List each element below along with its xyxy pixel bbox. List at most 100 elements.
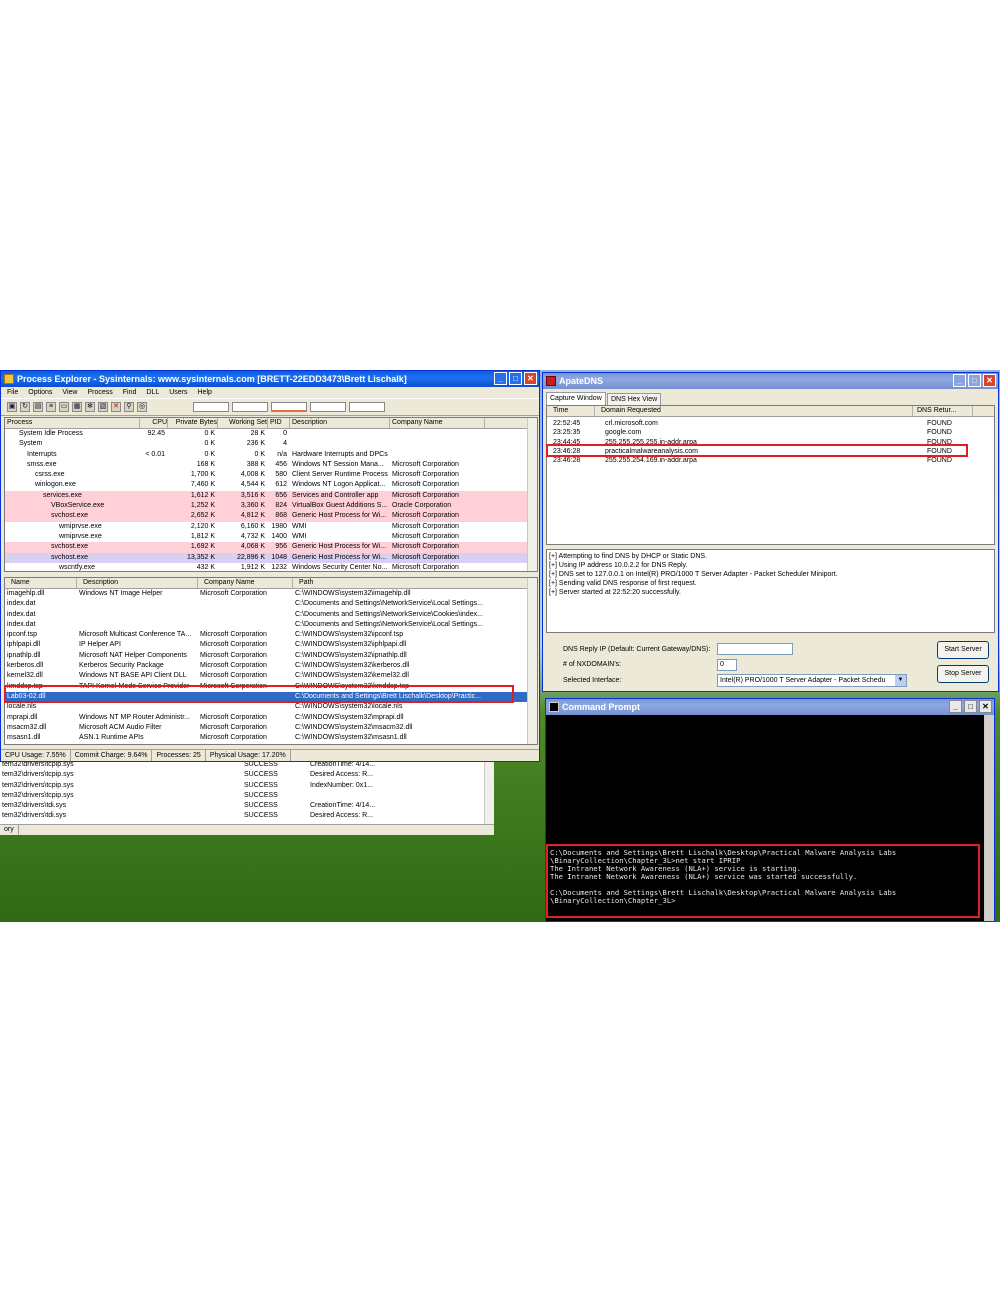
tab-capture-window[interactable]: Capture Window bbox=[546, 392, 606, 405]
dll-row[interactable]: index.dat C:\Documents and Settings\Netwo… bbox=[5, 599, 537, 609]
process-explorer-window: Process Explorer - Sysinternals: www.sys… bbox=[0, 370, 540, 762]
dll-row[interactable]: msi.dllWindows InstallerMicrosoft Corpor… bbox=[5, 743, 537, 744]
process-row[interactable]: smss.exe 168 K 388 K 456 Windows NT Session … bbox=[5, 460, 537, 470]
col-dll-company-name[interactable]: Company Name bbox=[198, 578, 293, 588]
procexp-titlebar[interactable]: Process Explorer - Sysinternals: www.sys… bbox=[1, 371, 539, 387]
procmon-detail bbox=[308, 791, 458, 801]
start-server-button[interactable]: Start Server bbox=[937, 641, 989, 659]
col-process[interactable]: Process bbox=[5, 418, 140, 428]
reply-ip-input[interactable] bbox=[717, 643, 793, 655]
process-row[interactable]: svchost.exe 2,652 K 4,812 K 868 Generic Host… bbox=[5, 511, 537, 522]
col-cpu[interactable]: CPU bbox=[140, 418, 168, 428]
dll-row[interactable]: ipconf.tsp Microsoft Multicast Conference… bbox=[5, 630, 537, 640]
dll-view-icon[interactable]: ▦ bbox=[72, 402, 82, 412]
process-row[interactable]: winlogon.exe 7,460 K 4,544 K 612 Windows NT … bbox=[5, 480, 537, 490]
minimize-icon[interactable]: _ bbox=[953, 374, 966, 387]
menu-item-users[interactable]: Users bbox=[169, 387, 187, 398]
dll-row[interactable]: iphlpapi.dll IP Helper API Microsoft Corpo… bbox=[5, 640, 537, 650]
process-row[interactable]: csrss.exe 1,700 K 4,008 K 580 Client Server … bbox=[5, 470, 537, 480]
dns-row[interactable]: 22:52:45 crl.microsoft.com FOUND bbox=[547, 419, 994, 428]
cmd-scrollbar[interactable] bbox=[984, 715, 994, 921]
procmon-row[interactable]: tem32\drivers\tcpip.sys SUCCESS IndexNumbe… bbox=[0, 781, 484, 791]
dll-row[interactable]: locale.nls C:\WINDOWS\system32\locale.nls bbox=[5, 702, 537, 712]
process-row[interactable]: services.exe 1,612 K 3,516 K 656 Services an… bbox=[5, 490, 537, 502]
save-icon[interactable]: ▣ bbox=[7, 402, 17, 412]
procmon-row[interactable]: tem32\drivers\tdi.sys SUCCESS CreationTime… bbox=[0, 801, 484, 811]
procmon-row[interactable]: tem32\drivers\tcpip.sys SUCCESS Desired Ac… bbox=[0, 770, 484, 780]
dll-row[interactable]: kerberos.dll Kerberos Security Package Mic… bbox=[5, 661, 537, 671]
process-row[interactable]: Interrupts < 0.01 0 K 0 K n/a Hardware Interr… bbox=[5, 450, 537, 460]
properties-icon[interactable]: ▧ bbox=[98, 402, 108, 412]
dll-row[interactable]: msasn1.dll ASN.1 Runtime APIs Microsoft Co… bbox=[5, 733, 537, 743]
process-row[interactable]: wmiprvse.exe 1,812 K 4,732 K 1400 WMI Microso… bbox=[5, 532, 537, 542]
close-icon[interactable]: ✕ bbox=[979, 700, 992, 713]
refresh-icon[interactable]: ↻ bbox=[20, 402, 30, 412]
menu-item-file[interactable]: File bbox=[7, 387, 18, 398]
show-tree-icon[interactable]: ≡ bbox=[46, 402, 56, 412]
col-time[interactable]: Time bbox=[547, 406, 595, 416]
dns-row[interactable]: 23:46:28 255.255.254.169.in-addr.arpa FOUN… bbox=[547, 456, 994, 465]
col-company-name[interactable]: Company Name bbox=[390, 418, 485, 428]
menu-item-view[interactable]: View bbox=[62, 387, 77, 398]
dll-row[interactable]: mprapi.dll Windows NT MP Router Administr… bbox=[5, 713, 537, 723]
process-scrollbar[interactable] bbox=[527, 418, 537, 571]
cpu-graph bbox=[193, 402, 229, 412]
maximize-icon[interactable]: □ bbox=[968, 374, 981, 387]
close-icon[interactable]: ✕ bbox=[524, 372, 537, 385]
settings-icon[interactable]: ✻ bbox=[85, 402, 95, 412]
tab-dns-hex-view[interactable]: DNS Hex View bbox=[607, 393, 662, 405]
menu-item-options[interactable]: Options bbox=[28, 387, 52, 398]
col-working-set[interactable]: Working Set bbox=[218, 418, 268, 428]
process-row[interactable]: System Idle Process 92.45 0 K 28 K 0 bbox=[5, 429, 537, 439]
minimize-icon[interactable]: _ bbox=[494, 372, 507, 385]
dll-row[interactable]: kernel32.dll Windows NT BASE API Client D… bbox=[5, 671, 537, 681]
dll-company: Microsoft Corporation bbox=[200, 651, 267, 659]
maximize-icon[interactable]: □ bbox=[964, 700, 977, 713]
window-icon[interactable]: ▭ bbox=[59, 402, 69, 412]
process-row[interactable]: svchost.exe 1,692 K 4,068 K 956 Generic Host… bbox=[5, 542, 537, 553]
process-company: Microsoft Corporation bbox=[392, 553, 459, 561]
dll-row[interactable]: msacm32.dll Microsoft ACM Audio Filter Mic… bbox=[5, 723, 537, 733]
dll-row[interactable]: index.dat C:\Documents and Settings\Netwo… bbox=[5, 610, 537, 620]
dns-row[interactable]: 23:25:35 google.com FOUND bbox=[547, 428, 994, 437]
col-description[interactable]: Description bbox=[290, 418, 390, 428]
cmd-titlebar[interactable]: Command Prompt _ □ ✕ bbox=[546, 699, 994, 715]
dll-scrollbar[interactable] bbox=[527, 578, 537, 744]
target-icon[interactable]: ◎ bbox=[137, 402, 147, 412]
minimize-icon[interactable]: _ bbox=[949, 700, 962, 713]
chevron-down-icon[interactable]: ▼ bbox=[895, 675, 906, 686]
process-name: svchost.exe bbox=[51, 512, 88, 520]
dll-row[interactable]: index.dat C:\Documents and Settings\Netwo… bbox=[5, 620, 537, 630]
process-row[interactable]: svchost.exe 13,352 K 22,896 K 1048 Generic H… bbox=[5, 552, 537, 563]
procmon-row[interactable]: tem32\drivers\tcpip.sys SUCCESS bbox=[0, 791, 484, 801]
col-dll-name[interactable]: Name bbox=[5, 578, 77, 588]
menu-item-process[interactable]: Process bbox=[87, 387, 112, 398]
procmon-detail: Desired Access: R... bbox=[310, 771, 374, 779]
process-pid: 824 bbox=[275, 502, 287, 510]
kill-process-icon[interactable]: ✕ bbox=[111, 402, 121, 412]
col-dll-description[interactable]: Description bbox=[77, 578, 198, 588]
menu-item-dll[interactable]: DLL bbox=[146, 387, 159, 398]
stop-server-button[interactable]: Stop Server bbox=[937, 665, 989, 683]
dll-row[interactable]: imagehlp.dll Windows NT Image Helper Micro… bbox=[5, 589, 537, 599]
find-icon[interactable]: ⚲ bbox=[124, 402, 134, 412]
process-row[interactable]: VBoxService.exe 1,252 K 3,360 K 824 VirtualB… bbox=[5, 501, 537, 512]
system-info-icon[interactable]: ▤ bbox=[33, 402, 43, 412]
col-dns-return[interactable]: DNS Retur... bbox=[913, 406, 973, 416]
col-private-bytes[interactable]: Private Bytes bbox=[168, 418, 218, 428]
process-row[interactable]: wscntfy.exe 432 K 1,912 K 1232 Windows Secur… bbox=[5, 563, 537, 571]
menu-item-find[interactable]: Find bbox=[123, 387, 137, 398]
menu-item-help[interactable]: Help bbox=[198, 387, 212, 398]
maximize-icon[interactable]: □ bbox=[509, 372, 522, 385]
process-row[interactable]: wmiprvse.exe 2,120 K 6,160 K 1980 WMI Microso… bbox=[5, 522, 537, 532]
col-pid[interactable]: PID bbox=[268, 418, 290, 428]
col-dll-path[interactable]: Path bbox=[293, 578, 533, 588]
apatedns-titlebar[interactable]: ApateDNS _ □ ✕ bbox=[543, 373, 998, 389]
procmon-row[interactable]: tem32\drivers\tdi.sys SUCCESS Desired Acce… bbox=[0, 811, 484, 821]
nxdomain-input[interactable]: 0 bbox=[717, 659, 737, 671]
close-icon[interactable]: ✕ bbox=[983, 374, 996, 387]
col-domain[interactable]: Domain Requested bbox=[595, 406, 913, 416]
interface-select[interactable]: Intel(R) PRO/1000 T Server Adapter - Pac… bbox=[717, 674, 907, 687]
dll-row[interactable]: ipnathlp.dll Microsoft NAT Helper Compone… bbox=[5, 651, 537, 661]
process-row[interactable]: System 0 K 236 K 4 bbox=[5, 439, 537, 449]
